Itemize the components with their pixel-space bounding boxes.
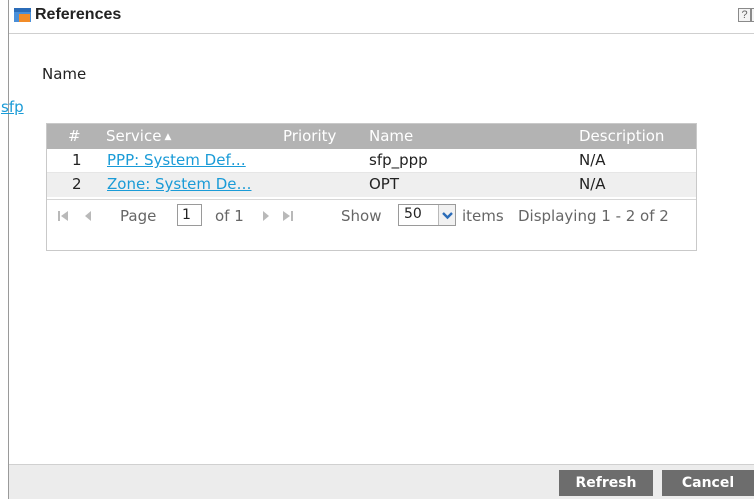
displaying-status: Displaying 1 - 2 of 2 [518, 207, 669, 225]
page-label: Page [120, 207, 157, 225]
table-row[interactable]: 2 Zone: System De… OPT N/A [47, 173, 696, 197]
chevron-down-icon [442, 212, 453, 220]
page-size-select[interactable]: 50 [398, 204, 456, 226]
page-size-dropdown-button[interactable] [438, 205, 455, 225]
description-cell: N/A [579, 175, 606, 193]
column-header-service-label: Service [106, 127, 162, 145]
row-number: 1 [72, 151, 82, 169]
description-cell: N/A [579, 151, 606, 169]
next-page-icon[interactable] [260, 209, 272, 223]
show-label: Show [341, 207, 382, 225]
references-grid: # Service ▲ Priority Name Description 1 P… [46, 123, 697, 251]
items-label: items [462, 207, 504, 225]
name-cell: OPT [369, 175, 400, 193]
grid-header: # Service ▲ Priority Name Description [47, 124, 696, 149]
name-cell: sfp_ppp [369, 151, 428, 169]
help-button[interactable]: ? [738, 8, 751, 22]
cancel-button[interactable]: Cancel [662, 470, 754, 496]
page-number-input[interactable] [177, 204, 202, 226]
sort-ascending-icon: ▲ [164, 132, 172, 142]
dialog-footer: Refresh Cancel [9, 464, 754, 499]
paging-toolbar: Page of 1 Show 50 items Displaying 1 - [47, 199, 696, 231]
object-name-link[interactable]: sfp [1, 98, 24, 116]
dialog-title: References [35, 6, 122, 23]
page-size-value: 50 [404, 206, 422, 222]
last-page-icon[interactable] [282, 209, 294, 223]
references-window-icon [14, 8, 31, 22]
first-page-icon[interactable] [57, 209, 69, 223]
column-header-service[interactable]: Service ▲ [106, 127, 171, 145]
help-icon: ? [741, 9, 748, 21]
column-header-description[interactable]: Description [579, 127, 664, 145]
column-header-name[interactable]: Name [369, 127, 413, 145]
row-number: 2 [72, 175, 82, 193]
references-dialog: References ? × Name sfp # Service▲ Prior… [1, 0, 754, 499]
table-row[interactable]: 1 PPP: System Def… sfp_ppp N/A [47, 149, 696, 173]
page-count-label: of 1 [215, 207, 244, 225]
refresh-button[interactable]: Refresh [559, 470, 653, 496]
service-link[interactable]: PPP: System Def… [107, 151, 246, 169]
service-link[interactable]: Zone: System De… [107, 175, 252, 193]
prev-page-icon[interactable] [82, 209, 94, 223]
column-header-number[interactable]: # [68, 127, 81, 145]
title-bar: References ? × [9, 0, 754, 34]
column-header-priority[interactable]: Priority [283, 127, 336, 145]
name-label: Name [42, 65, 87, 83]
